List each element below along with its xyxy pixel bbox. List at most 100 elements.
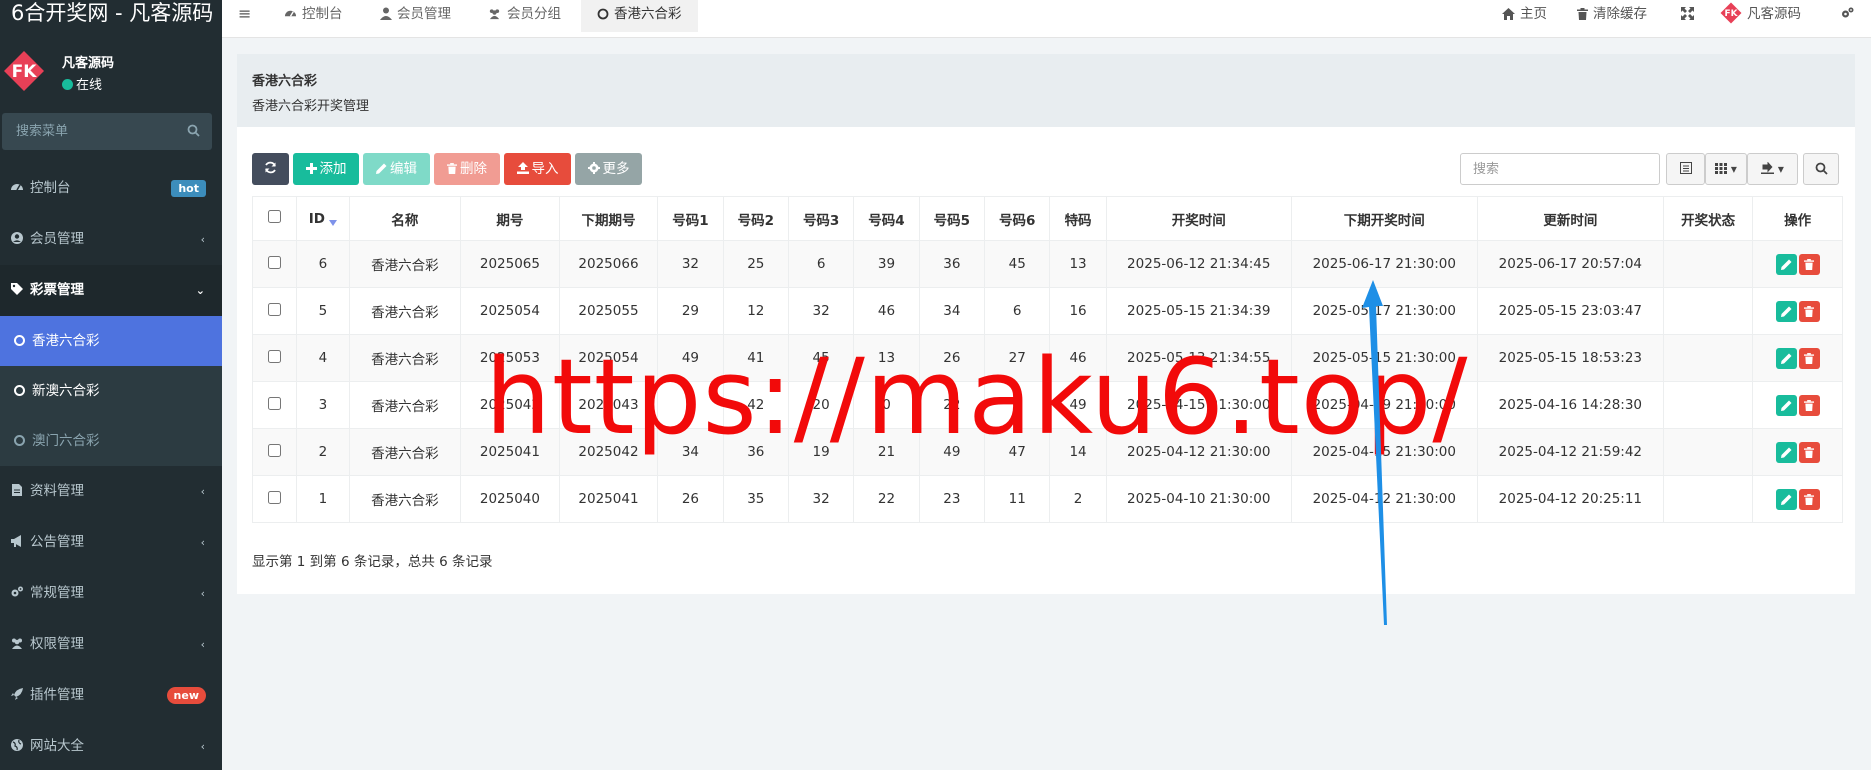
cell-issue: 2025040: [460, 475, 560, 523]
import-button-label: 导入: [531, 161, 559, 177]
refresh-button[interactable]: [252, 153, 289, 185]
sidebar-item-newmacau-lottery[interactable]: 新澳六合彩: [0, 366, 222, 416]
row-delete-button[interactable]: [1798, 394, 1820, 416]
row-checkbox[interactable]: [268, 255, 282, 269]
tab-member-groups[interactable]: 会员分组: [487, 0, 561, 30]
row-checkbox[interactable]: [268, 443, 282, 457]
column-header: 号码6: [984, 196, 1051, 241]
list-icon: [1679, 162, 1692, 174]
sidebar-search-input[interactable]: [2, 113, 177, 150]
table-row[interactable]: 5 香港六合彩 2025054 2025055 29 12 32 46 34 6 16 2025-05…: [251, 287, 1843, 335]
svg-text:FK: FK: [12, 62, 38, 82]
columns-dropdown-button[interactable]: ▾: [1705, 153, 1747, 185]
tab-members[interactable]: 会员管理: [380, 0, 451, 30]
menu-toggle-icon[interactable]: ≡: [238, 0, 251, 30]
sidebar-item-announcements[interactable]: 公告管理 ‹: [0, 517, 222, 568]
sidebar-item-general[interactable]: 常规管理 ‹: [0, 568, 222, 619]
tab-hk-lottery[interactable]: 香港六合彩: [581, 0, 698, 32]
row-edit-button[interactable]: [1775, 300, 1797, 322]
sidebar-item-label: 常规管理: [30, 585, 84, 601]
cell-id: 1: [296, 475, 350, 523]
table-search-input[interactable]: [1460, 153, 1660, 185]
row-edit-button[interactable]: [1775, 441, 1797, 463]
row-edit-button[interactable]: [1775, 347, 1797, 369]
row-delete-button[interactable]: [1798, 300, 1820, 322]
advanced-search-button[interactable]: [1803, 153, 1839, 185]
globe-icon: [11, 739, 23, 751]
user-circle-icon: [11, 232, 23, 244]
sidebar-item-label: 资料管理: [30, 483, 84, 499]
row-checkbox[interactable]: [268, 490, 282, 504]
row-select-cell: [251, 475, 298, 523]
sidebar-item-data[interactable]: 资料管理 ‹: [0, 466, 222, 517]
settings-icon[interactable]: [1840, 0, 1860, 30]
table-row[interactable]: 6 香港六合彩 2025065 2025066 32 25 6 39 36 45 13 2025-06…: [251, 240, 1843, 288]
sidebar-item-permissions[interactable]: 权限管理 ‹: [0, 619, 222, 670]
sidebar-item-hk-lottery[interactable]: 香港六合彩: [0, 316, 222, 366]
more-button[interactable]: 更多: [575, 153, 642, 185]
sidebar-item-lottery[interactable]: 彩票管理 ⌄: [0, 265, 222, 316]
column-header-id[interactable]: ID: [296, 196, 350, 241]
column-header: 下期开奖时间: [1290, 196, 1478, 241]
row-delete-button[interactable]: [1798, 441, 1820, 463]
home-link[interactable]: 主页: [1502, 0, 1547, 30]
chevron-left-icon: ‹: [200, 536, 205, 549]
user-status-label: 在线: [76, 78, 103, 93]
row-checkbox[interactable]: [268, 302, 282, 316]
cell-n3: 6: [787, 240, 855, 288]
edit-button[interactable]: 编辑: [363, 153, 430, 185]
sidebar-item-plugins[interactable]: 插件管理 new: [0, 670, 222, 721]
row-delete-button[interactable]: [1798, 488, 1820, 510]
trash-icon: [1803, 258, 1814, 270]
export-dropdown-button[interactable]: ▾: [1747, 153, 1798, 185]
panel-heading: 香港六合彩 香港六合彩开奖管理: [237, 54, 1855, 127]
cell-name: 香港六合彩: [348, 334, 462, 382]
row-delete-button[interactable]: [1798, 253, 1820, 275]
cell-name: 香港六合彩: [348, 475, 462, 523]
cell-status: [1662, 428, 1754, 476]
trash-icon: [1803, 305, 1814, 317]
toggle-view-button[interactable]: [1666, 153, 1705, 185]
sidebar-item-label: 控制台: [30, 180, 71, 196]
home-icon: [1502, 8, 1515, 20]
row-actions: [1752, 240, 1843, 288]
table-row[interactable]: 1 香港六合彩 2025040 2025041 26 35 32 22 23 11 2 2025-04…: [251, 475, 1843, 523]
cell-n6: 45: [984, 240, 1051, 288]
cell-n5: 36: [918, 240, 986, 288]
row-checkbox[interactable]: [268, 349, 282, 363]
column-header: 名称: [348, 196, 462, 241]
group-icon: [489, 9, 500, 20]
sidebar-item-members[interactable]: 会员管理 ‹: [0, 214, 222, 265]
import-button[interactable]: 导入: [504, 153, 571, 185]
cell-issue: 2025054: [460, 287, 560, 335]
trash-icon: [1803, 446, 1814, 458]
select-all-checkbox[interactable]: [268, 210, 282, 223]
sidebar-item-label: 彩票管理: [30, 282, 84, 298]
cell-next-issue: 2025041: [558, 475, 659, 523]
row-checkbox[interactable]: [268, 396, 282, 410]
row-edit-button[interactable]: [1775, 253, 1797, 275]
cell-id: 4: [296, 334, 350, 382]
tab-label: 会员管理: [397, 6, 451, 22]
circle-icon: [14, 435, 25, 446]
pencil-icon: [1780, 494, 1792, 505]
user-menu[interactable]: FK 凡客源码: [1720, 0, 1801, 30]
sidebar-item-sites[interactable]: 网站大全 ‹: [0, 721, 222, 770]
add-button[interactable]: 添加: [293, 153, 359, 185]
svg-text:FK: FK: [1725, 9, 1739, 19]
cell-status: [1662, 334, 1754, 382]
row-delete-button[interactable]: [1798, 347, 1820, 369]
delete-button[interactable]: 删除: [434, 153, 500, 185]
row-edit-button[interactable]: [1775, 488, 1797, 510]
sidebar-item-macau-lottery[interactable]: 澳门六合彩: [0, 416, 222, 466]
sidebar-item-dashboard[interactable]: 控制台 hot: [0, 163, 222, 214]
search-icon[interactable]: [187, 124, 200, 137]
tab-label: 会员分组: [507, 6, 561, 22]
app-title[interactable]: 6合开奖网 - 凡客源码: [0, 0, 222, 27]
fullscreen-icon[interactable]: [1681, 0, 1699, 30]
row-edit-button[interactable]: [1775, 394, 1797, 416]
column-header: 更新时间: [1476, 196, 1664, 241]
clear-cache-button[interactable]: 清除缓存: [1577, 0, 1647, 30]
tag-icon: [11, 283, 23, 295]
tab-dashboard[interactable]: 控制台: [284, 0, 343, 30]
